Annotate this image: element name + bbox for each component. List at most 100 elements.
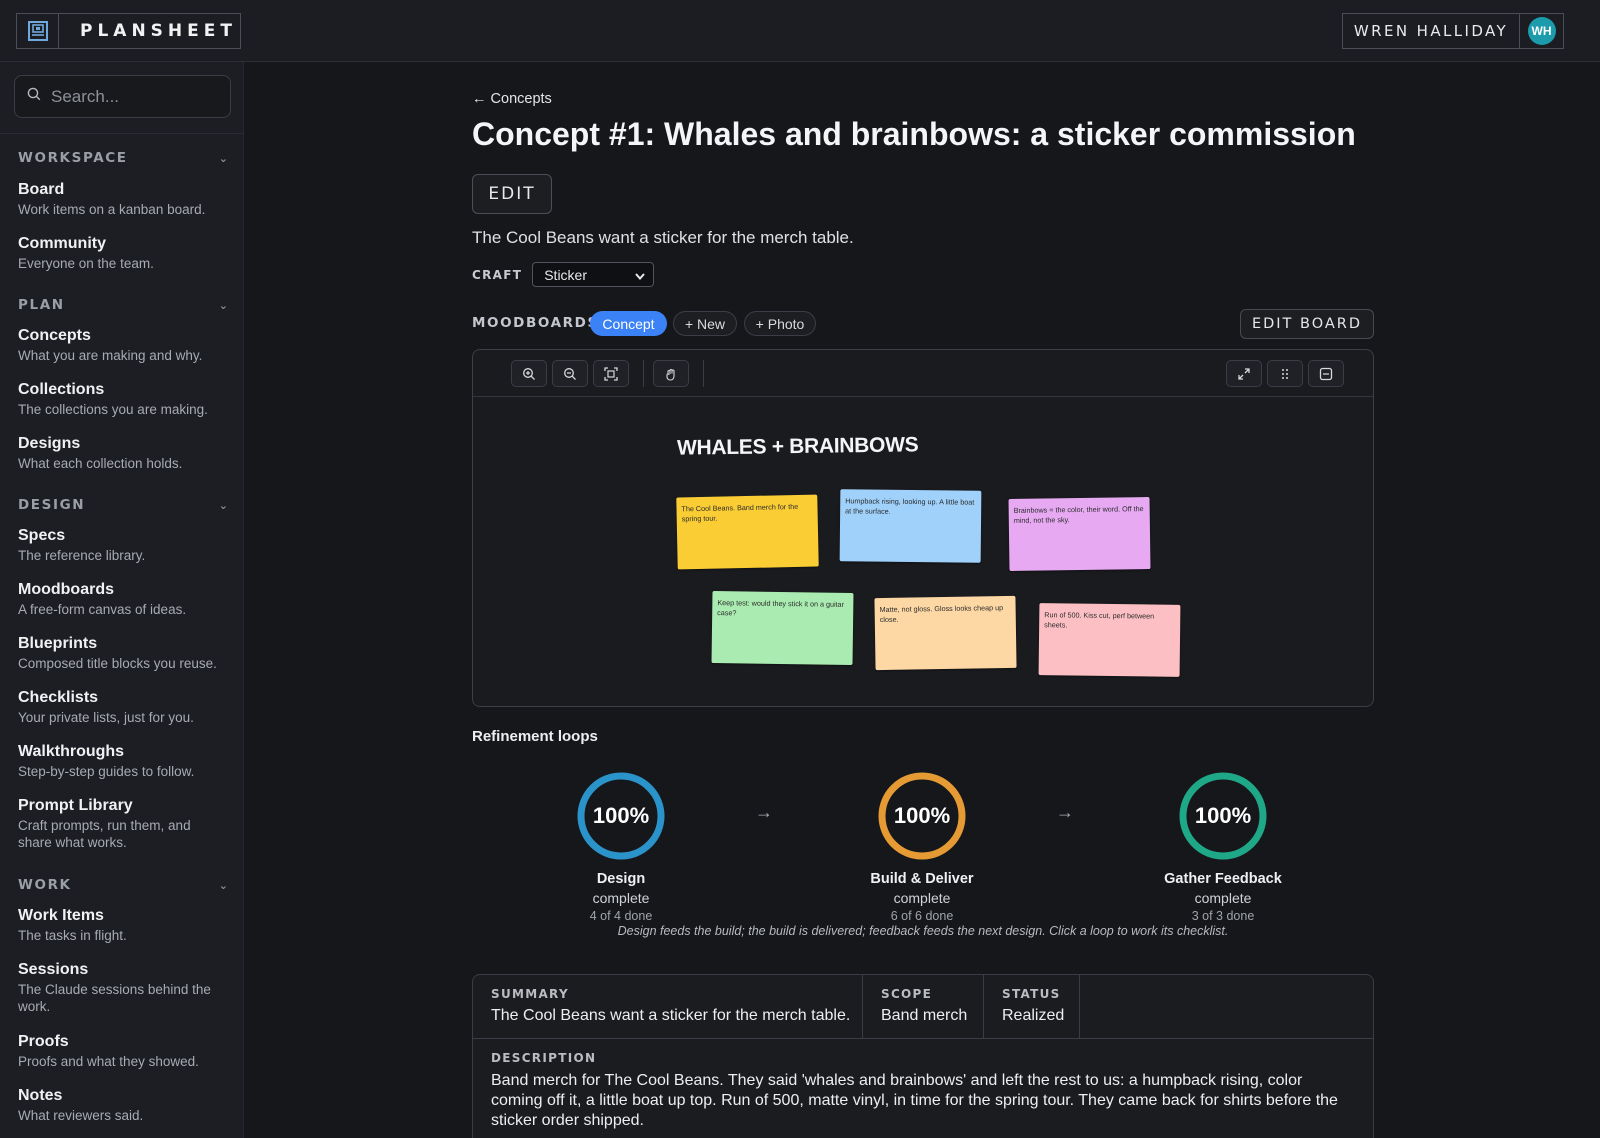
loop-name: Build & Deliver xyxy=(870,871,974,887)
chevron-down-icon[interactable]: ⌄ xyxy=(219,879,228,892)
sidebar-item-label: Work Items xyxy=(18,907,104,924)
section-plan[interactable]: PLAN ⌄ xyxy=(18,295,228,315)
avatar[interactable]: WH xyxy=(1519,14,1563,48)
zoom-in-icon[interactable] xyxy=(511,360,547,387)
sidebar-item-work-items[interactable]: Work Items The tasks in flight. xyxy=(18,906,233,944)
scope-label: SCOPE xyxy=(881,987,933,1001)
section-label: WORK xyxy=(18,877,72,893)
sidebar-item-desc: Proofs and what they showed. xyxy=(18,1054,199,1069)
loop-design[interactable]: 100% Design complete 4 of 4 done xyxy=(531,770,711,923)
sidebar-item-designs[interactable]: Designs What each collection holds. xyxy=(18,434,233,472)
loop-percent: 100% xyxy=(893,803,951,828)
plansheet-logo-icon xyxy=(17,14,59,48)
sidebar-item-moodboards[interactable]: Moodboards A free-form canvas of ideas. xyxy=(18,580,233,618)
section-design[interactable]: DESIGN ⌄ xyxy=(18,495,228,515)
sidebar-item-proofs[interactable]: Proofs Proofs and what they showed. xyxy=(18,1032,233,1070)
loop-gather-feedback[interactable]: 100% Gather Feedback complete 3 of 3 don… xyxy=(1133,770,1313,923)
loop-name: Gather Feedback xyxy=(1164,871,1282,887)
progress-ring: 100% xyxy=(876,770,968,862)
summary-card: SUMMARY The Cool Beans want a sticker fo… xyxy=(472,974,1374,1138)
loop-state: complete xyxy=(592,890,650,906)
craft-select[interactable]: Sticker xyxy=(532,262,655,287)
sidebar-item-label: Walkthroughs xyxy=(18,743,125,760)
section-work[interactable]: WORK ⌄ xyxy=(18,875,228,895)
sticky-note[interactable]: Keep test: would they stick it on a guit… xyxy=(711,591,854,665)
sidebar-item-desc: The reference library. xyxy=(18,548,146,563)
sidebar-item-specs[interactable]: Specs The reference library. xyxy=(18,526,233,564)
sidebar-item-board[interactable]: Board Work items on a kanban board. xyxy=(18,180,233,218)
chevron-down-icon[interactable]: ⌄ xyxy=(219,499,228,512)
sidebar-item-label: Notes xyxy=(18,1087,63,1104)
sidebar-item-collections[interactable]: Collections The collections you are maki… xyxy=(18,380,233,418)
arrow-right-icon: → xyxy=(1056,802,1074,822)
sticky-note[interactable]: Humpback rising, looking up. A little bo… xyxy=(839,489,982,563)
sidebar-item-desc: Work items on a kanban board. xyxy=(18,202,206,217)
chevron-down-icon[interactable]: ⌄ xyxy=(219,152,228,165)
zoom-out-icon[interactable] xyxy=(552,360,588,387)
scope-cell: SCOPE Band merch xyxy=(863,975,984,1038)
sidebar-item-label: Board xyxy=(18,181,65,198)
sidebar-item-label: Specs xyxy=(18,527,66,544)
canvas-toolbar xyxy=(473,350,1373,397)
sticky-note[interactable]: The Cool Beans. Band merch for the sprin… xyxy=(676,494,819,570)
loop-count: 3 of 3 done xyxy=(1191,909,1255,923)
loops-caption: Design feeds the build; the build is del… xyxy=(617,924,1229,938)
section-label: DESIGN xyxy=(18,497,86,513)
search-icon xyxy=(27,87,41,106)
concept-subtitle: The Cool Beans want a sticker for the me… xyxy=(472,228,854,247)
moodboard-canvas[interactable]: WHALES + BRAINBOWS The Cool Beans. Band … xyxy=(472,349,1374,707)
search-input[interactable] xyxy=(51,86,211,107)
sidebar-item-notes[interactable]: Notes What reviewers said. xyxy=(18,1086,233,1124)
sidebar-item-label: Collections xyxy=(18,381,105,398)
section-workspace[interactable]: WORKSPACE ⌄ xyxy=(18,148,228,168)
hand-pan-icon[interactable] xyxy=(653,360,689,387)
sidebar-item-checklists[interactable]: Checklists Your private lists, just for … xyxy=(18,688,233,726)
grid-dots-icon[interactable] xyxy=(1267,360,1303,387)
search-box[interactable] xyxy=(14,75,231,118)
new-moodboard-button[interactable]: + New xyxy=(673,311,737,336)
loop-count: 4 of 4 done xyxy=(589,909,653,923)
edit-board-button[interactable]: EDIT BOARD xyxy=(1240,309,1374,339)
expand-icon[interactable] xyxy=(1226,360,1262,387)
user-menu[interactable]: WREN HALLIDAY WH xyxy=(1342,13,1564,49)
sidebar-item-blueprints[interactable]: Blueprints Composed title blocks you reu… xyxy=(18,634,233,672)
arrow-right-icon: → xyxy=(755,802,773,822)
board-title: WHALES + BRAINBOWS xyxy=(676,433,919,460)
edit-button[interactable]: EDIT xyxy=(472,174,552,214)
progress-ring: 100% xyxy=(575,770,667,862)
page-title: Concept #1: Whales and brainbows: a stic… xyxy=(472,116,1356,152)
sidebar-item-desc: The Claude sessions behind the work. xyxy=(18,982,211,1014)
sidebar: WORKSPACE ⌄ Board Work items on a kanban … xyxy=(0,62,244,1138)
fit-view-icon[interactable] xyxy=(593,360,629,387)
sticky-note[interactable]: Matte, not gloss. Gloss looks cheap up c… xyxy=(874,595,1017,671)
sidebar-item-label: Proofs xyxy=(18,1033,69,1050)
sidebar-item-label: Prompt Library xyxy=(18,797,133,814)
description-value: Band merch for The Cool Beans. They said… xyxy=(491,1072,1338,1129)
loop-percent: 100% xyxy=(592,803,650,828)
section-label: WORKSPACE xyxy=(18,150,128,166)
add-photo-button[interactable]: + Photo xyxy=(744,311,816,336)
sticky-note[interactable]: Brainbows = the color, their word. Off t… xyxy=(1008,497,1151,571)
sidebar-item-desc: A free-form canvas of ideas. xyxy=(18,602,187,617)
loop-count: 6 of 6 done xyxy=(890,909,954,923)
loop-build-deliver[interactable]: 100% Build & Deliver complete 6 of 6 don… xyxy=(832,770,1012,923)
sidebar-item-concepts[interactable]: Concepts What you are making and why. xyxy=(18,326,233,364)
loop-state: complete xyxy=(893,890,951,906)
app-brand[interactable]: PLANSHEET xyxy=(16,13,241,49)
collapse-panel-icon[interactable] xyxy=(1308,360,1344,387)
sidebar-item-desc: Composed title blocks you reuse. xyxy=(18,656,217,671)
sidebar-item-sessions[interactable]: Sessions The Claude sessions behind the … xyxy=(18,960,233,1015)
loop-percent: 100% xyxy=(1194,803,1252,828)
craft-label: CRAFT xyxy=(472,267,523,282)
status-value: Realized xyxy=(1002,1007,1065,1024)
back-link[interactable]: ← Concepts xyxy=(472,91,552,107)
sidebar-item-prompt-library[interactable]: Prompt Library Craft prompts, run them, … xyxy=(18,796,233,851)
sidebar-item-desc: What reviewers said. xyxy=(18,1108,144,1123)
chevron-down-icon xyxy=(635,267,645,283)
sidebar-item-community[interactable]: Community Everyone on the team. xyxy=(18,234,233,272)
sticky-note[interactable]: Run of 500. Kiss cut, perf between sheet… xyxy=(1038,603,1181,677)
chevron-down-icon[interactable]: ⌄ xyxy=(219,299,228,312)
status-label: STATUS xyxy=(1002,987,1061,1001)
moodboard-tab-concept[interactable]: Concept xyxy=(590,311,667,336)
sidebar-item-walkthroughs[interactable]: Walkthroughs Step-by-step guides to foll… xyxy=(18,742,233,780)
